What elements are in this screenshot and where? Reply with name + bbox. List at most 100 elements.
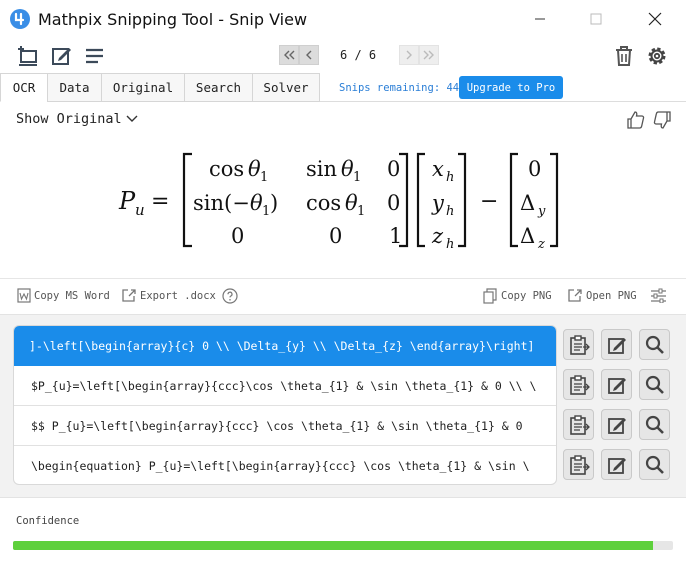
chevron-down-icon: [126, 111, 138, 127]
format-settings-button[interactable]: [650, 288, 670, 303]
minimize-button[interactable]: [517, 0, 563, 38]
tab-solver[interactable]: Solver: [252, 73, 320, 102]
svg-text:x: x: [432, 157, 444, 181]
last-page-button[interactable]: [419, 45, 439, 65]
svg-text:z: z: [431, 224, 444, 248]
search-icon: [645, 375, 664, 394]
search-result-button[interactable]: [639, 369, 670, 400]
svg-text:y: y: [537, 204, 546, 219]
close-button[interactable]: [632, 0, 678, 38]
copy-result-button[interactable]: [563, 329, 594, 360]
svg-text:h: h: [446, 170, 454, 185]
show-original-label: Show Original: [16, 111, 122, 127]
help-button[interactable]: [222, 288, 241, 304]
minimize-icon: [535, 18, 545, 20]
svg-text:=: =: [151, 189, 169, 214]
svg-text:1: 1: [260, 170, 268, 185]
tab-data[interactable]: Data: [47, 73, 102, 102]
maximize-button[interactable]: [573, 0, 619, 38]
tab-ocr[interactable]: OCR: [0, 73, 48, 102]
svg-text:h: h: [446, 237, 454, 252]
results-panel: ]-\left[\begin{array}{c} 0 \\ \Delta_{y}…: [0, 314, 686, 498]
upgrade-button[interactable]: Upgrade to Pro: [459, 76, 563, 99]
search-icon: [645, 455, 664, 474]
clipboard-icon: [569, 334, 590, 355]
copy-ms-word-label: Copy MS Word: [34, 289, 110, 302]
copy-png-button[interactable]: Copy PNG: [483, 288, 552, 304]
title-bar: Mathpix Snipping Tool - Snip View: [0, 0, 686, 38]
gear-icon[interactable]: [645, 44, 669, 68]
snips-remaining-text: Snips remaining: 44: [339, 82, 460, 94]
result-row-selected[interactable]: ]-\left[\begin{array}{c} 0 \\ \Delta_{y}…: [14, 326, 556, 366]
copy-result-button[interactable]: [563, 409, 594, 440]
maximize-icon: [590, 13, 602, 25]
clipboard-icon: [569, 454, 590, 475]
copy-result-button[interactable]: [563, 369, 594, 400]
page-indicator: 6 / 6: [340, 48, 377, 62]
copy-png-label: Copy PNG: [501, 290, 552, 302]
equation-lhs: P: [118, 187, 136, 215]
chevron-right-icon: [406, 50, 412, 60]
svg-text:0: 0: [329, 224, 342, 248]
mathpix-logo-icon: [10, 9, 30, 29]
prev-page-button[interactable]: [299, 45, 319, 65]
trash-icon[interactable]: [612, 44, 636, 68]
clipboard-icon: [569, 414, 590, 435]
double-chevron-right-icon: [423, 50, 434, 60]
toolbar: 6 / 6: [0, 38, 686, 74]
svg-text:cos: cos: [306, 191, 341, 215]
open-png-button[interactable]: Open PNG: [567, 288, 637, 303]
copy-result-button[interactable]: [563, 449, 594, 480]
result-row[interactable]: $P_{u}=\left[\begin{array}{ccc}\cos \the…: [14, 366, 556, 406]
open-external-icon: [567, 288, 583, 303]
edit-result-button[interactable]: [601, 329, 632, 360]
svg-text:z: z: [537, 237, 545, 252]
search-result-button[interactable]: [639, 409, 670, 440]
search-result-button[interactable]: [639, 449, 670, 480]
double-chevron-left-icon: [284, 50, 295, 60]
help-icon: [222, 288, 238, 304]
next-page-button[interactable]: [399, 45, 419, 65]
close-icon: [648, 12, 662, 26]
edit-result-button[interactable]: [601, 409, 632, 440]
copy-ms-word-button[interactable]: Copy MS Word: [17, 288, 110, 303]
show-original-toggle[interactable]: Show Original: [16, 111, 138, 127]
search-icon: [645, 335, 664, 354]
copy-icon: [483, 288, 498, 304]
confidence-label: Confidence: [16, 515, 80, 527]
thumbs-up-icon[interactable]: [626, 110, 646, 130]
svg-text:1: 1: [389, 224, 402, 248]
svg-text:−: −: [480, 189, 498, 214]
first-page-button[interactable]: [279, 45, 299, 65]
svg-text:): ): [270, 191, 278, 215]
action-bar: Copy MS Word Export .docx Copy PNG Open …: [0, 278, 686, 314]
search-icon: [645, 415, 664, 434]
edit-result-button[interactable]: [601, 369, 632, 400]
edit-icon: [607, 457, 626, 474]
edit-icon[interactable]: [50, 44, 74, 68]
search-result-button[interactable]: [639, 329, 670, 360]
result-row[interactable]: \begin{equation} P_{u}=\left[\begin{arra…: [14, 446, 556, 484]
result-row[interactable]: $$ P_{u}=\left[\begin{array}{ccc} \cos \…: [14, 406, 556, 446]
result-list: ]-\left[\begin{array}{c} 0 \\ \Delta_{y}…: [13, 325, 557, 485]
svg-text:1: 1: [353, 170, 361, 185]
new-snip-icon[interactable]: [16, 44, 40, 68]
svg-text:0: 0: [387, 157, 400, 181]
svg-text:1: 1: [357, 204, 365, 219]
export-docx-button[interactable]: Export .docx: [121, 288, 216, 303]
svg-text:0: 0: [387, 191, 400, 215]
svg-text:cos: cos: [209, 157, 244, 181]
svg-text:Δ: Δ: [520, 191, 535, 215]
export-docx-label: Export .docx: [140, 289, 216, 302]
tab-bar: OCR Data Original Search Solver Snips re…: [0, 73, 686, 102]
svg-text:0: 0: [231, 224, 244, 248]
menu-icon[interactable]: [83, 44, 107, 68]
edit-result-button[interactable]: [601, 449, 632, 480]
svg-text:sin(−: sin(−: [193, 191, 250, 215]
svg-text:0: 0: [528, 157, 541, 181]
thumbs-down-icon[interactable]: [652, 110, 672, 130]
tab-original[interactable]: Original: [101, 73, 185, 102]
tab-search[interactable]: Search: [184, 73, 253, 102]
sliders-icon: [650, 288, 667, 303]
svg-text:sin: sin: [306, 157, 337, 181]
